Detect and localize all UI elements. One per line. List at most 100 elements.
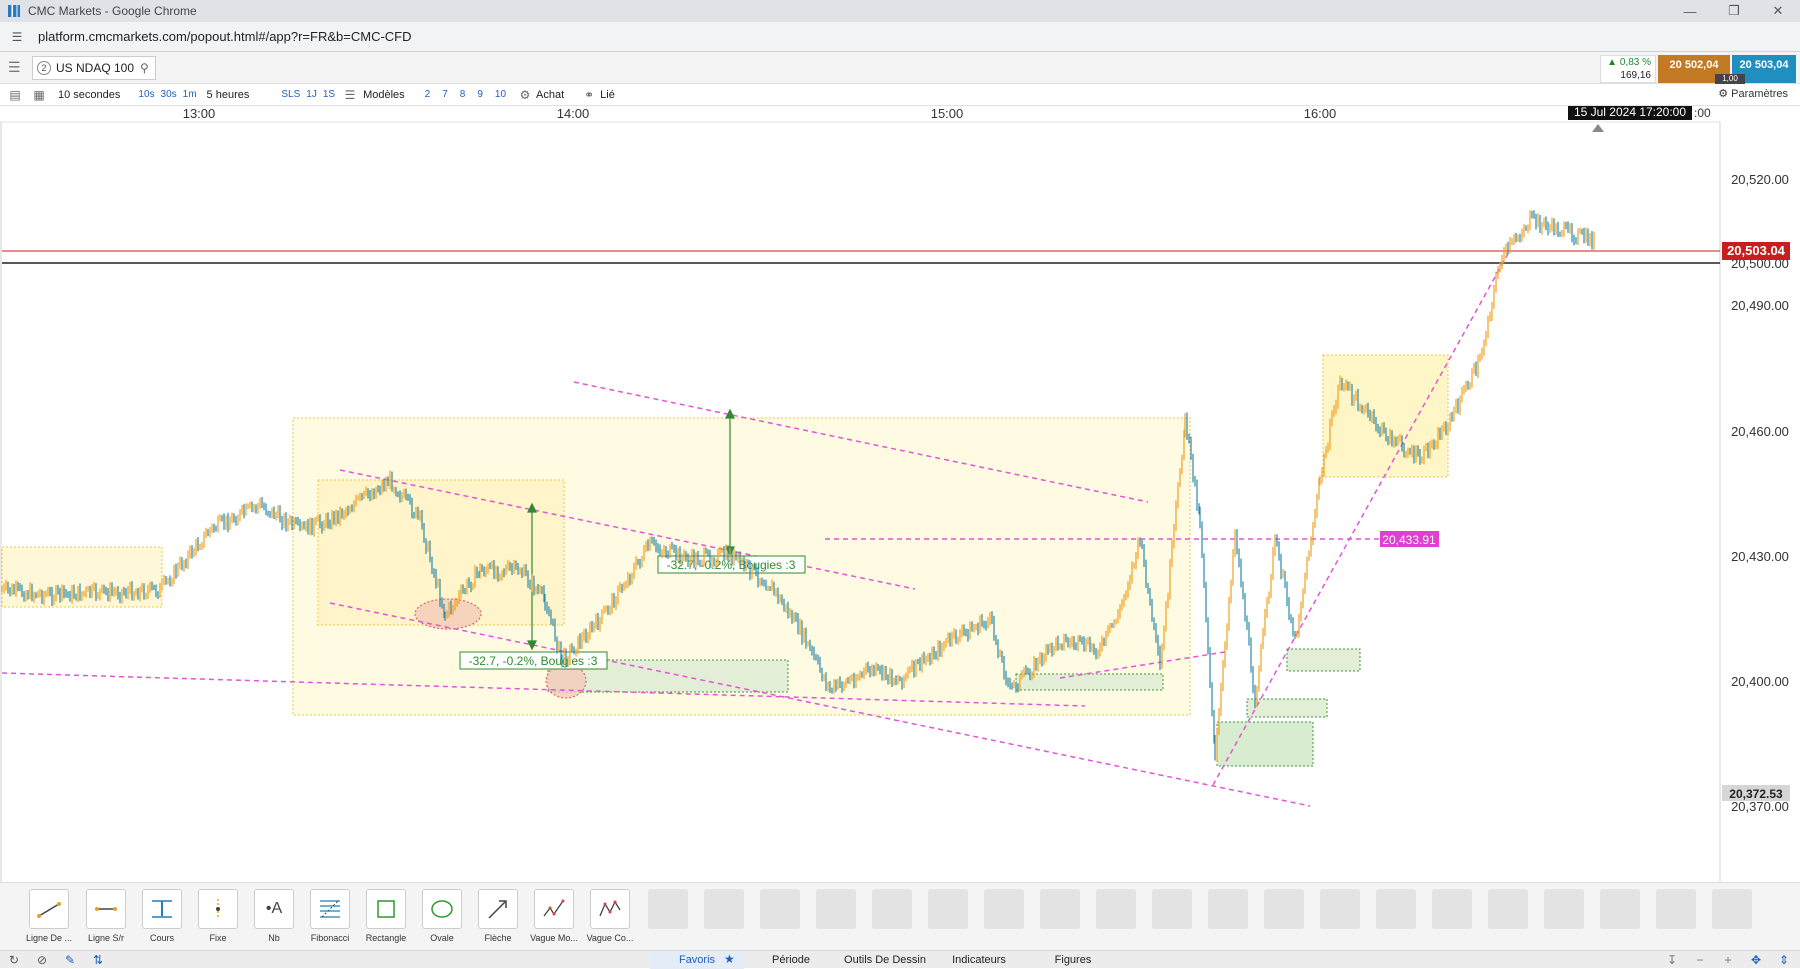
hamburger-menu-icon[interactable]: ☰ xyxy=(8,60,22,74)
price-icon xyxy=(152,900,172,918)
grid-layout-icon[interactable]: ▦ xyxy=(30,86,48,104)
range-1j-button[interactable]: 1J xyxy=(306,89,317,100)
models-icon[interactable]: ☰ xyxy=(341,86,359,104)
interval-1m-button[interactable]: 1m xyxy=(183,89,197,100)
empty-tool-slot[interactable] xyxy=(1152,889,1192,929)
tab-drawing-tools[interactable]: Outils De Dessin xyxy=(838,951,932,969)
window-title: CMC Markets - Google Chrome xyxy=(28,4,197,18)
refresh-icon[interactable]: ↻ xyxy=(6,952,22,968)
tool-arrow[interactable]: Flèche xyxy=(471,889,525,943)
model-2-button[interactable]: 2 xyxy=(425,89,431,100)
buy-chart-icon[interactable]: ⚙ xyxy=(516,86,534,104)
url-text[interactable]: platform.cmcmarkets.com/popout.html#/app… xyxy=(38,29,412,44)
tool-label: Nb xyxy=(268,933,280,943)
empty-tool-slot[interactable] xyxy=(928,889,968,929)
empty-tool-slot[interactable] xyxy=(1712,889,1752,929)
empty-tool-slot[interactable] xyxy=(760,889,800,929)
demand-zone[interactable] xyxy=(1216,721,1314,767)
star-icon[interactable]: ★ xyxy=(724,952,735,966)
tool-label: Flèche xyxy=(484,933,512,943)
pencil-icon[interactable]: ✎ xyxy=(62,952,78,968)
price-axis-label: 20,520.00 xyxy=(1731,172,1789,187)
buy-chart-button[interactable]: Achat xyxy=(536,89,564,101)
tool-oval[interactable]: Ovale xyxy=(415,889,469,943)
empty-tool-slot[interactable] xyxy=(984,889,1024,929)
empty-tool-slot[interactable] xyxy=(1040,889,1080,929)
parameters-label: Paramètres xyxy=(1731,88,1788,100)
tool-label: Vague Co... xyxy=(586,933,634,943)
interval-10s-button[interactable]: 10s xyxy=(138,89,154,100)
range-select[interactable]: 5 heures xyxy=(207,89,250,101)
empty-tool-slot[interactable] xyxy=(1096,889,1136,929)
window-controls: — ❐ ✕ xyxy=(1668,0,1800,22)
range-1s-button[interactable]: 1S xyxy=(323,89,335,100)
link-icon[interactable]: ⚭ xyxy=(580,86,598,104)
model-8-button[interactable]: 8 xyxy=(460,89,466,100)
demand-zone[interactable] xyxy=(1286,648,1361,672)
tab-indicators[interactable]: Indicateurs xyxy=(932,951,1026,969)
clear-icon[interactable]: ⊘ xyxy=(34,952,50,968)
collapse-icon[interactable]: ↧ xyxy=(1662,952,1682,968)
empty-tool-slot[interactable] xyxy=(1544,889,1584,929)
instrument-tab[interactable]: 2 US NDAQ 100 ⚲ xyxy=(32,56,156,80)
tool-sr-line[interactable]: Ligne S/r xyxy=(79,889,133,943)
site-settings-icon[interactable]: ☰ xyxy=(10,30,24,44)
range-sls-button[interactable]: SLS xyxy=(281,89,300,100)
tab-period[interactable]: Période xyxy=(744,951,838,969)
magnet-icon[interactable]: ⇅ xyxy=(90,952,106,968)
parameters-button[interactable]: ⚙ Paramètres xyxy=(1718,87,1788,100)
tool-motive-wave[interactable]: Vague Mo... xyxy=(527,889,581,943)
minimize-icon[interactable]: — xyxy=(1668,0,1712,22)
tool-label: Fibonacci xyxy=(310,933,350,943)
search-icon[interactable]: ⚲ xyxy=(140,61,149,75)
tool-rectangle[interactable]: Rectangle xyxy=(359,889,413,943)
tool-corrective-wave[interactable]: Vague Co... xyxy=(583,889,637,943)
tool-trend-line[interactable]: Ligne De ... xyxy=(22,889,76,943)
chart-canvas[interactable]: 13:00 14:00 15:00 16:00 15 Jul 2024 17:2… xyxy=(0,106,1800,882)
empty-tool-slot[interactable] xyxy=(1600,889,1640,929)
tool-fixed[interactable]: Fixe xyxy=(191,889,245,943)
price-chart[interactable]: 13:00 14:00 15:00 16:00 15 Jul 2024 17:2… xyxy=(0,106,1800,882)
time-label: 16:00 xyxy=(1304,106,1337,121)
close-icon[interactable]: ✕ xyxy=(1756,0,1800,22)
bottom-tabs-bar: ↻ ⊘ ✎ ⇅ Favoris ★ Période Outils De Dess… xyxy=(0,950,1800,969)
empty-tool-slot[interactable] xyxy=(704,889,744,929)
demand-zone[interactable] xyxy=(1246,698,1328,718)
tool-fibonacci[interactable]: Fibonacci xyxy=(303,889,357,943)
tool-price[interactable]: Cours xyxy=(135,889,189,943)
model-9-button[interactable]: 9 xyxy=(477,89,483,100)
interval-select[interactable]: 10 secondes xyxy=(58,89,120,101)
empty-tool-slot[interactable] xyxy=(1208,889,1248,929)
oval-icon xyxy=(431,900,453,918)
zoom-in-icon[interactable]: + xyxy=(1718,952,1738,968)
empty-tool-slot[interactable] xyxy=(1320,889,1360,929)
demand-zone[interactable] xyxy=(1015,673,1164,691)
zoom-out-icon[interactable]: − xyxy=(1690,952,1710,968)
empty-tool-slot[interactable] xyxy=(1432,889,1472,929)
empty-tool-slot[interactable] xyxy=(1488,889,1528,929)
fit-icon[interactable]: ⇕ xyxy=(1774,952,1794,968)
empty-tool-slot[interactable] xyxy=(816,889,856,929)
tab-figures[interactable]: Figures xyxy=(1026,951,1120,969)
tool-label: Fixe xyxy=(209,933,227,943)
empty-tool-slot[interactable] xyxy=(872,889,912,929)
line-icon xyxy=(37,902,61,918)
interval-30s-button[interactable]: 30s xyxy=(161,89,177,100)
restore-icon[interactable]: ❐ xyxy=(1712,0,1756,22)
empty-tool-slot[interactable] xyxy=(1376,889,1416,929)
link-button[interactable]: Lié xyxy=(600,89,615,101)
text-icon: •A xyxy=(265,900,283,917)
model-10-button[interactable]: 10 xyxy=(495,89,506,100)
model-7-button[interactable]: 7 xyxy=(442,89,448,100)
empty-tool-slot[interactable] xyxy=(1264,889,1304,929)
models-button[interactable]: Modèles xyxy=(363,89,405,101)
empty-tool-slot[interactable] xyxy=(648,889,688,929)
crosshair-icon[interactable]: ✥ xyxy=(1746,952,1766,968)
zone-box[interactable] xyxy=(1322,354,1449,478)
empty-tool-slot[interactable] xyxy=(1656,889,1696,929)
address-bar[interactable]: ☰ platform.cmcmarkets.com/popout.html#/a… xyxy=(0,22,1800,52)
tool-text[interactable]: •A Nb xyxy=(247,889,301,943)
tool-label: Ovale xyxy=(430,933,454,943)
oval-marker[interactable] xyxy=(414,598,482,630)
list-view-icon[interactable]: ▤ xyxy=(6,86,24,104)
